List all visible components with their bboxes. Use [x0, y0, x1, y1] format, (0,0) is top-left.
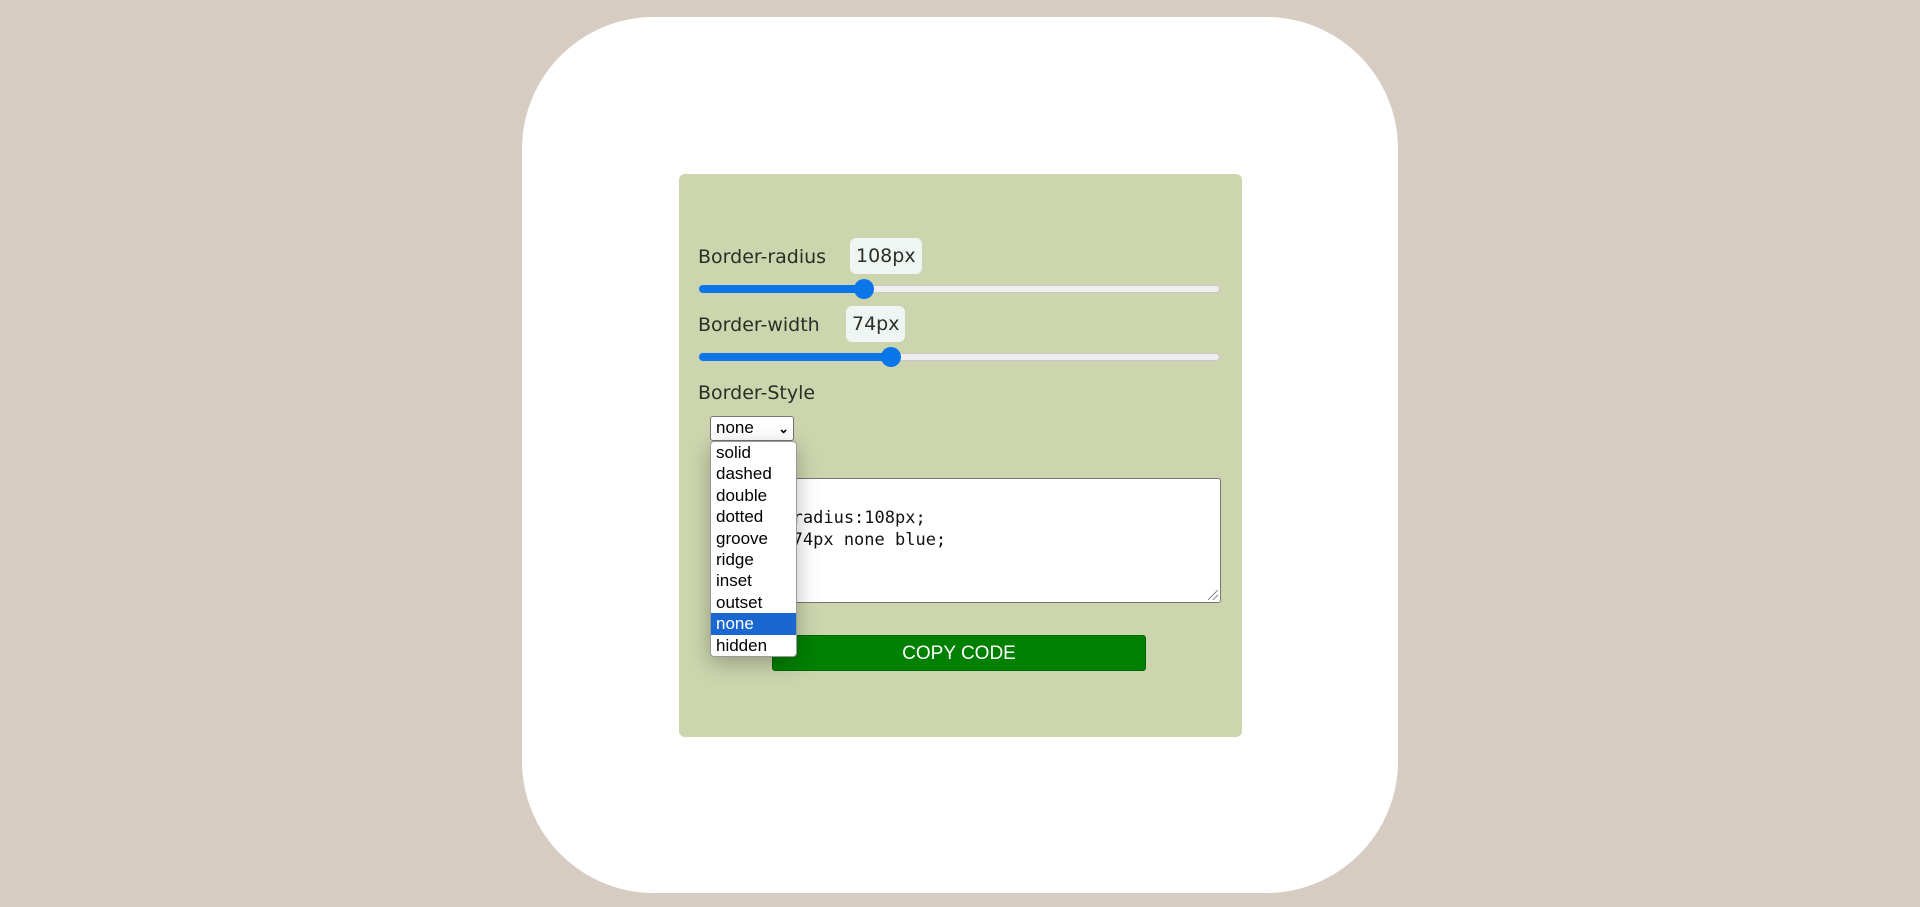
border-width-slider-fill: [699, 353, 892, 361]
chevron-down-icon: ⌄: [778, 421, 789, 436]
dropdown-option-dashed[interactable]: dashed: [711, 463, 796, 484]
resize-handle-icon[interactable]: [1208, 590, 1218, 600]
border-width-slider-thumb[interactable]: [881, 347, 902, 367]
border-style-select[interactable]: none ⌄: [710, 416, 794, 441]
border-radius-slider-thumb[interactable]: [854, 279, 875, 299]
copy-code-button[interactable]: COPY CODE: [772, 635, 1146, 671]
border-style-label: Border-Style: [698, 382, 816, 404]
dropdown-option-double[interactable]: double: [711, 485, 796, 506]
dropdown-option-solid[interactable]: solid: [711, 442, 796, 463]
dropdown-option-dotted[interactable]: dotted: [711, 506, 796, 527]
dropdown-option-none[interactable]: none: [711, 613, 796, 635]
border-radius-value: 108px: [850, 238, 922, 274]
dropdown-option-groove[interactable]: groove: [711, 528, 796, 549]
border-radius-label: Border-radius: [698, 246, 827, 268]
border-radius-slider-fill: [699, 285, 865, 293]
border-style-dropdown-list: solid dashed double dotted groove ridge inset o…: [710, 441, 797, 657]
border-width-value: 74px: [846, 306, 906, 342]
dropdown-option-hidden[interactable]: hidden: [711, 635, 796, 656]
border-style-selected-value: none: [716, 418, 754, 437]
dropdown-option-ridge[interactable]: ridge: [711, 549, 796, 570]
dropdown-option-outset[interactable]: outset: [711, 592, 796, 613]
border-width-slider[interactable]: [698, 347, 1220, 367]
border-radius-slider[interactable]: [698, 279, 1220, 299]
border-width-label: Border-width: [698, 314, 820, 336]
dropdown-option-inset[interactable]: inset: [711, 570, 796, 591]
